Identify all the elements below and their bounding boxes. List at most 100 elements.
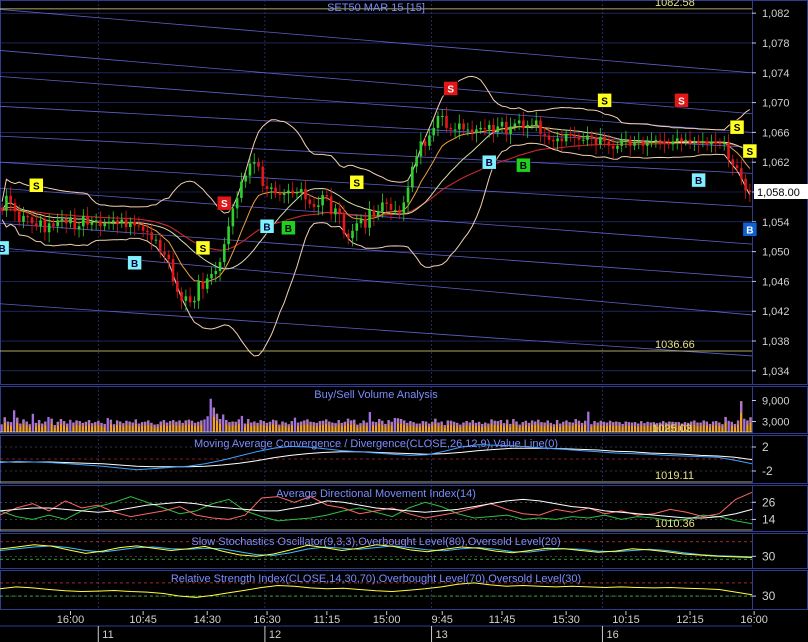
- signal-label: B: [746, 225, 753, 236]
- candle: [43, 220, 47, 233]
- candle: [393, 209, 397, 211]
- candle: [573, 135, 576, 137]
- volume-sell-part: [378, 419, 381, 424]
- candle: [329, 196, 333, 215]
- level-label: 1036.66: [655, 339, 695, 351]
- volume-sell-part: [100, 422, 103, 427]
- candle: [308, 199, 312, 204]
- volume-sell-part: [552, 424, 556, 428]
- volume-sell-part: [109, 419, 113, 425]
- volume-sell-part: [337, 420, 340, 425]
- volume-sell-part: [309, 421, 312, 426]
- candle: [646, 142, 649, 146]
- candle: [325, 194, 329, 197]
- candle: [650, 141, 653, 143]
- volume-sell-part: [612, 422, 615, 426]
- volume-sell-part: [403, 420, 406, 425]
- candle: [133, 221, 136, 226]
- volume-tick-label: 9,000: [762, 396, 790, 408]
- volume-sell-part: [396, 418, 400, 424]
- candle: [86, 215, 89, 225]
- candle: [180, 291, 183, 301]
- volume-sell-part: [521, 422, 524, 426]
- candle: [513, 123, 517, 127]
- volume-sell-part: [62, 421, 66, 426]
- volume-sell-part: [618, 422, 621, 426]
- volume-sell-part: [125, 420, 128, 426]
- candle: [150, 232, 153, 240]
- volume-bar: [31, 413, 35, 432]
- candle: [163, 251, 166, 255]
- candle: [73, 217, 77, 230]
- candle: [90, 221, 94, 225]
- volume-sell-part: [3, 417, 6, 423]
- volume-sell-part: [278, 424, 281, 428]
- volume-sell-part: [593, 421, 596, 426]
- candle: [667, 142, 670, 145]
- time-label: 15:00: [373, 614, 401, 626]
- volume-sell-part: [733, 423, 737, 428]
- volume-sell-part: [306, 419, 309, 425]
- candle: [492, 124, 495, 133]
- volume-sell-part: [218, 419, 222, 424]
- volume-sell-part: [128, 421, 131, 426]
- candle: [278, 193, 282, 195]
- day-label: 13: [436, 629, 448, 641]
- candle: [26, 215, 30, 218]
- signal-label: B: [520, 161, 527, 172]
- signal-label: B: [695, 176, 702, 187]
- candle: [487, 124, 491, 130]
- candle: [522, 120, 525, 128]
- candle: [419, 141, 423, 157]
- candle: [509, 126, 512, 134]
- volume-sell-part: [496, 421, 499, 426]
- volume-sell-part: [284, 422, 287, 427]
- candle: [103, 223, 106, 227]
- price-tick-label: 1,082: [762, 8, 790, 20]
- candle: [740, 168, 743, 179]
- candle: [270, 187, 273, 190]
- volume-sell-part: [505, 419, 509, 425]
- volume-sell-part: [181, 422, 184, 427]
- signal-label: S: [601, 96, 608, 107]
- volume-sell-part: [437, 422, 440, 427]
- volume-sell-part: [131, 422, 134, 427]
- volume-sell-part: [605, 422, 609, 427]
- candle: [77, 226, 81, 230]
- candle: [0, 207, 4, 211]
- day-label: 11: [102, 629, 113, 641]
- candle: [39, 220, 42, 227]
- signal-label: S: [747, 147, 754, 158]
- volume-sell-part: [434, 418, 437, 424]
- day-label: 12: [269, 629, 281, 641]
- candle: [231, 208, 235, 227]
- candle: [581, 139, 585, 141]
- indicator-tick-label: 26: [762, 495, 776, 509]
- volume-bar: [743, 418, 746, 432]
- candle: [628, 139, 632, 146]
- volume-sell-part: [19, 423, 22, 427]
- volume-sell-part: [321, 420, 325, 426]
- price-tick-label: 1,046: [762, 276, 790, 288]
- volume-sell-part: [159, 421, 162, 426]
- candle: [248, 163, 252, 176]
- candle: [616, 145, 619, 149]
- candle: [282, 193, 286, 195]
- volume-sell-part: [555, 420, 559, 425]
- volume-sell-part: [197, 421, 200, 426]
- candle: [697, 141, 700, 143]
- volume-sell-part: [37, 420, 41, 425]
- volume-bar: [587, 411, 590, 432]
- indicator-level-label: 1010.36: [655, 518, 695, 530]
- candle: [304, 189, 307, 200]
- volume-sell-part: [409, 421, 412, 426]
- candle: [205, 278, 209, 289]
- candle: [594, 138, 598, 145]
- volume-sell-part: [122, 423, 125, 427]
- candle: [9, 195, 12, 204]
- volume-sell-part: [328, 421, 331, 426]
- volume-sell-part: [25, 421, 28, 426]
- volume-sell-part: [462, 422, 465, 427]
- candle: [496, 126, 500, 133]
- volume-sell-part: [78, 421, 81, 426]
